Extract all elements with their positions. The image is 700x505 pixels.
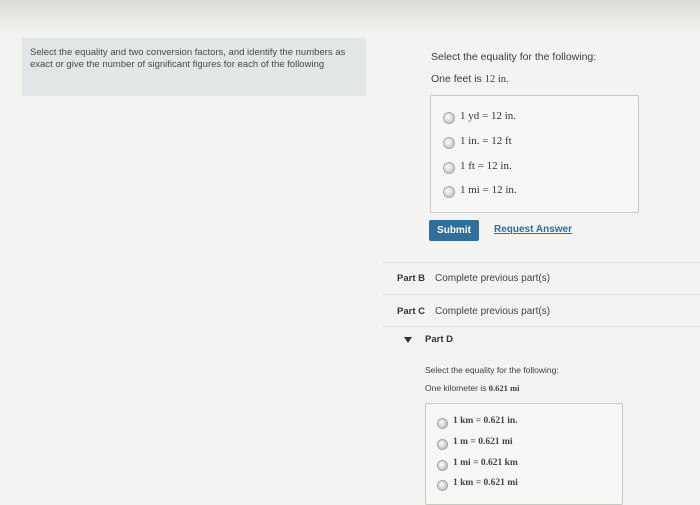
radio-button[interactable] bbox=[443, 162, 455, 174]
part-a-question-prefix: One feet is bbox=[431, 73, 485, 85]
divider bbox=[383, 294, 700, 295]
part-c-status: Complete previous part(s) bbox=[435, 306, 551, 317]
choice-label: 1 in. = 12 ft bbox=[460, 135, 512, 147]
part-d-choices: 1 km = 0.621 in. 1 m = 0.621 mi 1 mi = 0… bbox=[425, 403, 623, 505]
radio-button[interactable] bbox=[443, 112, 455, 124]
choice-label: 1 mi = 0.621 km bbox=[453, 458, 518, 468]
radio-button[interactable] bbox=[437, 460, 448, 471]
instructions-text: Select the equality and two conversion f… bbox=[30, 47, 346, 70]
part-a-question-value: 12 in. bbox=[484, 74, 509, 85]
part-d-question-value: 0.621 mi bbox=[488, 383, 520, 393]
request-answer-link[interactable]: Request Answer bbox=[494, 224, 572, 235]
submit-button[interactable]: Submit bbox=[429, 220, 479, 241]
part-d-question: One kilometer is 0.621 mi bbox=[425, 383, 519, 393]
choice-label: 1 km = 0.621 in. bbox=[453, 416, 518, 426]
radio-button[interactable] bbox=[437, 418, 448, 429]
part-d-question-prefix: One kilometer is bbox=[425, 383, 489, 393]
radio-button[interactable] bbox=[437, 439, 448, 450]
choice-label: 1 mi = 12 in. bbox=[460, 184, 517, 196]
choice-label: 1 yd = 12 in. bbox=[460, 110, 517, 122]
radio-button[interactable] bbox=[443, 137, 455, 149]
divider bbox=[383, 326, 700, 327]
top-shadow bbox=[0, 0, 700, 34]
collapse-caret-icon[interactable] bbox=[404, 337, 412, 343]
choice-label: 1 km = 0.621 mi bbox=[453, 478, 518, 488]
instructions-panel: Select the equality and two conversion f… bbox=[22, 38, 366, 96]
part-a-choices: 1 yd = 12 in. 1 in. = 12 ft 1 ft = 12 in… bbox=[430, 95, 639, 213]
radio-button[interactable] bbox=[437, 480, 448, 491]
part-a-question: One feet is 12 in. bbox=[431, 73, 509, 85]
part-b-label: Part B bbox=[397, 273, 425, 284]
part-c-row[interactable]: Part C Complete previous part(s) bbox=[383, 296, 700, 328]
part-b-status: Complete previous part(s) bbox=[435, 273, 551, 284]
page: Select the equality and two conversion f… bbox=[0, 0, 700, 505]
part-d-title[interactable]: Part D bbox=[425, 334, 453, 345]
part-b-row[interactable]: Part B Complete previous part(s) bbox=[383, 263, 700, 295]
choice-label: 1 m = 0.621 mi bbox=[453, 437, 513, 447]
choice-label: 1 ft = 12 in. bbox=[460, 160, 512, 172]
part-c-label: Part C bbox=[397, 306, 425, 317]
radio-button[interactable] bbox=[443, 186, 455, 198]
part-a-prompt: Select the equality for the following: bbox=[431, 51, 597, 63]
part-d-prompt: Select the equality for the following: bbox=[425, 365, 559, 375]
